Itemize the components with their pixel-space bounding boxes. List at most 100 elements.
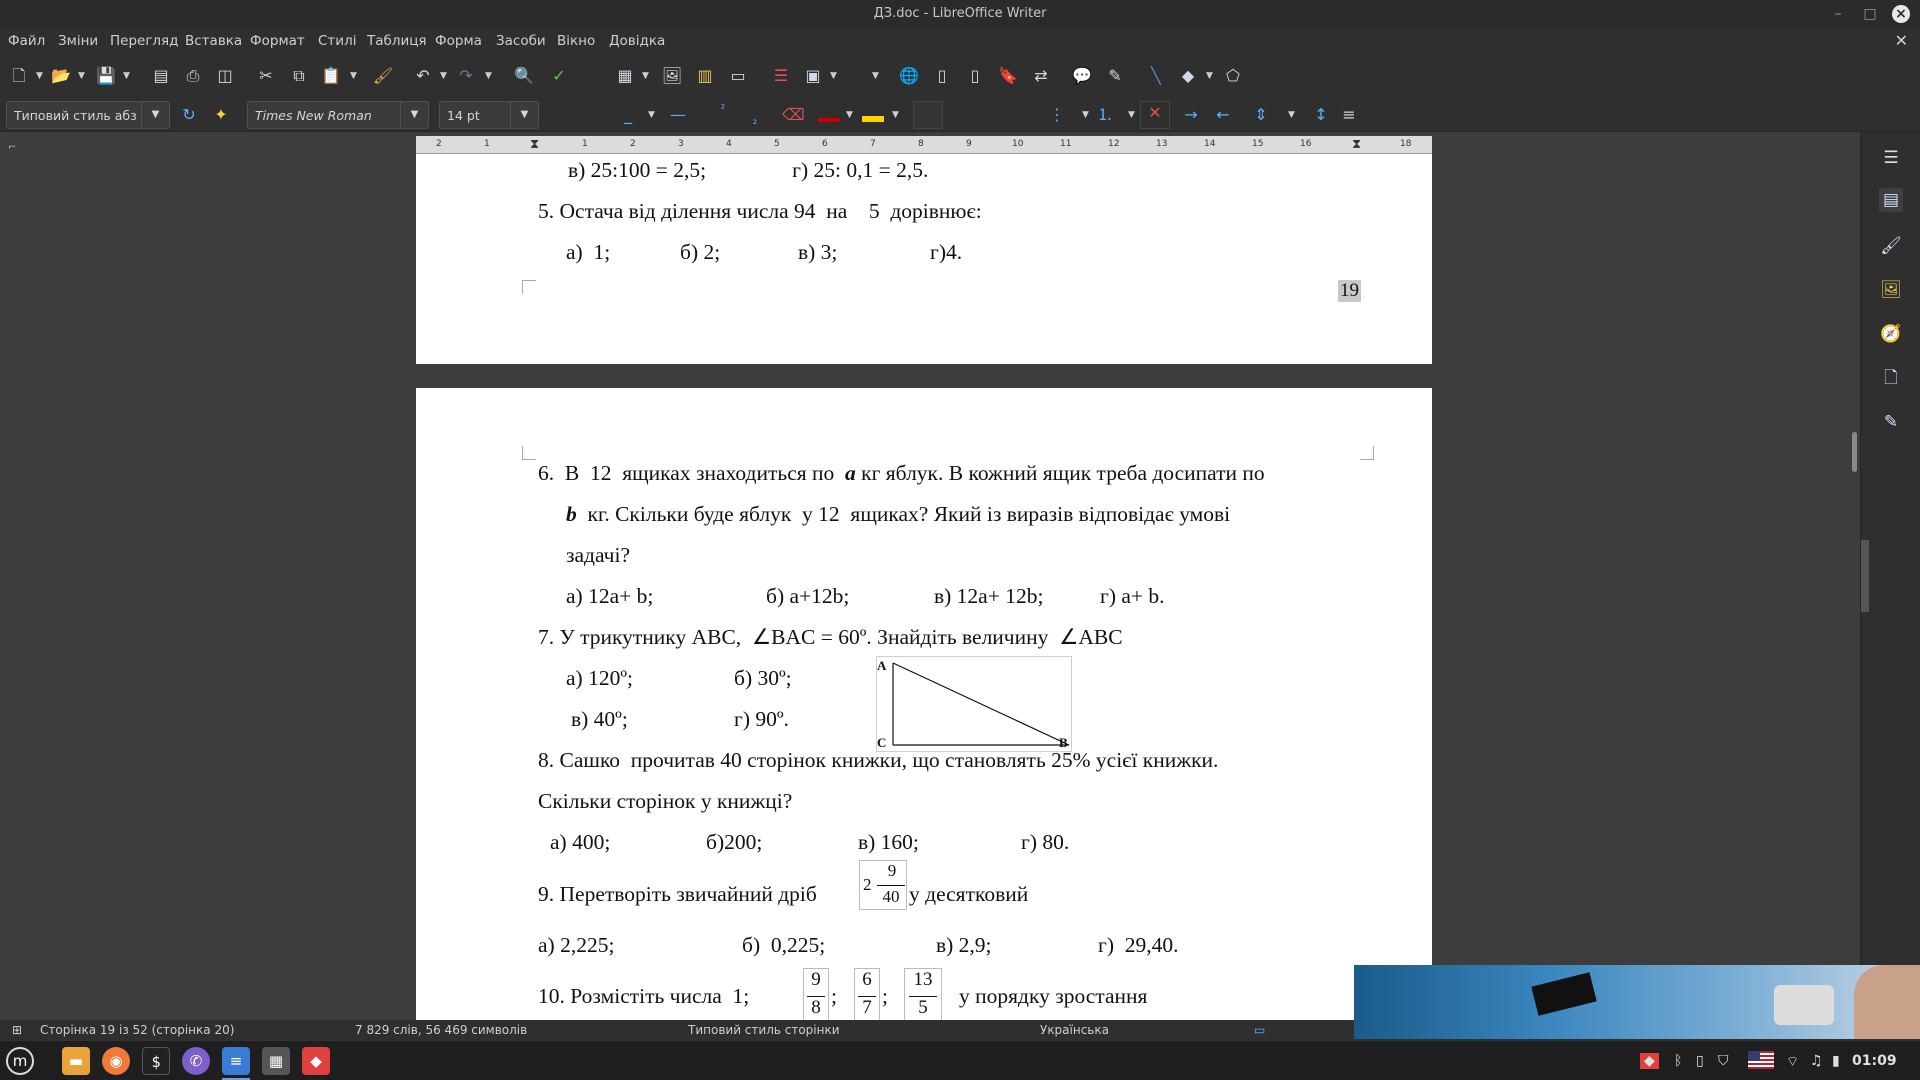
page-number-field[interactable]: 19 [1338, 280, 1361, 302]
insert-table-icon[interactable]: ▦ [614, 65, 636, 87]
bluetooth-icon[interactable]: ᛒ [1674, 1053, 1682, 1069]
fraction-6-7[interactable]: 6 7 [854, 968, 880, 1020]
vertical-scrollbar[interactable] [1850, 132, 1860, 1020]
viber-icon[interactable]: ✆ [182, 1047, 210, 1075]
new-document-icon[interactable]: 🗋 [8, 65, 30, 87]
page-break-icon[interactable]: ☰ [770, 65, 792, 87]
font-color-dropdown-icon[interactable]: ▼ [846, 104, 856, 126]
update-style-icon[interactable]: ↻ [178, 104, 200, 126]
increase-indent-icon[interactable]: → [1180, 104, 1202, 126]
endnote-icon[interactable]: ▯ [964, 65, 986, 87]
special-char-dropdown-icon[interactable]: ▼ [872, 65, 882, 87]
field-dropdown-icon[interactable]: ▼ [830, 65, 840, 87]
outline-icon[interactable]: ✕ [1140, 101, 1170, 129]
sidebar-menu-icon[interactable]: ☰ [1879, 146, 1903, 170]
page-style-status[interactable]: Типовий стиль сторінки [688, 1023, 840, 1037]
new-style-icon[interactable]: ✦ [210, 104, 232, 126]
export-pdf-icon[interactable]: ▤ [150, 65, 172, 87]
chevron-down-icon[interactable]: ▼ [510, 102, 538, 128]
fraction-13-5[interactable]: 13 5 [904, 968, 942, 1020]
indent-marker-icon[interactable]: ⧗ [530, 137, 539, 152]
clone-formatting-icon[interactable]: 🖌 [372, 65, 394, 87]
mint-menu-icon[interactable]: m [6, 1047, 34, 1075]
menu-format[interactable]: Формат [250, 33, 305, 49]
highlight-dropdown-icon[interactable]: ▼ [892, 104, 902, 126]
clipboard-icon[interactable]: ▯ [1696, 1053, 1704, 1069]
bullets-dropdown-icon[interactable]: ▼ [1082, 104, 1092, 126]
menu-styles[interactable]: Стилі [318, 33, 356, 49]
close-document-icon[interactable]: ✕ [1895, 31, 1908, 50]
insert-textbox-icon[interactable]: ▭ [727, 65, 749, 87]
numbering-dropdown-icon[interactable]: ▼ [1128, 104, 1138, 126]
spacing-dropdown-icon[interactable]: ▼ [1288, 104, 1298, 126]
draw-functions-icon[interactable]: ⬠ [1222, 65, 1244, 87]
redo-dropdown-icon[interactable]: ▼ [485, 65, 495, 87]
insert-field-icon[interactable]: ▣ [802, 65, 824, 87]
chevron-down-icon[interactable]: ▼ [141, 102, 169, 128]
superscript-icon[interactable]: ² [712, 98, 734, 120]
close-window-button[interactable]: × [1892, 5, 1910, 23]
minimize-button[interactable]: – [1828, 4, 1848, 24]
find-replace-icon[interactable]: 🔍 [513, 65, 535, 87]
footnote-icon[interactable]: ▯ [931, 65, 953, 87]
wifi-icon[interactable]: ⌔ [1786, 1053, 1799, 1071]
character-icon[interactable] [913, 101, 943, 129]
table-dropdown-icon[interactable]: ▼ [642, 65, 652, 87]
insert-image-icon[interactable]: 🖼 [661, 65, 683, 87]
redo-icon[interactable]: ↷ [455, 65, 477, 87]
undo-icon[interactable]: ↶ [412, 65, 434, 87]
scrollbar-thumb[interactable] [1852, 432, 1857, 472]
insert-line-icon[interactable]: ╲ [1145, 65, 1167, 87]
anydesk-tray-icon[interactable]: ◆ [1640, 1053, 1659, 1069]
menu-edit[interactable]: Зміни [58, 33, 98, 49]
paste-icon[interactable]: 📋 [320, 65, 342, 87]
shapes-dropdown-icon[interactable]: ▼ [1206, 65, 1216, 87]
page-19[interactable]: в) 25:100 = 2,5; г) 25: 0,1 = 2,5. 5. Ос… [416, 154, 1432, 364]
anydesk-icon[interactable]: ◆ [302, 1047, 330, 1075]
underline-dropdown-icon[interactable]: ▼ [648, 104, 658, 126]
sidebar-collapse-handle[interactable] [1861, 540, 1869, 612]
page-20[interactable]: 6. В 12 ящиках знаходиться по а кг яблук… [416, 388, 1432, 1020]
menu-insert[interactable]: Вставка [185, 33, 242, 49]
insert-chart-icon[interactable]: ▥ [694, 65, 716, 87]
basic-shapes-icon[interactable]: ◆ [1177, 65, 1199, 87]
clear-formatting-icon[interactable]: ⌫ [782, 104, 805, 126]
fraction-9-8[interactable]: 9 8 [803, 968, 829, 1020]
highlight-icon[interactable] [862, 104, 884, 126]
navigator-icon[interactable]: 🧭 [1879, 322, 1903, 346]
triangle-figure[interactable]: A C B [876, 656, 1072, 752]
numbering-icon[interactable]: ⒈ [1094, 104, 1116, 126]
paragraph-settings-icon[interactable]: ≡ [1338, 104, 1360, 126]
horizontal-ruler[interactable]: 2 1 ⧗ 1 2 3 4 5 6 7 8 9 10 11 12 13 14 1… [416, 136, 1432, 154]
clock[interactable]: 01:09 [1852, 1053, 1897, 1069]
menu-help[interactable]: Довідка [609, 33, 665, 49]
properties-icon[interactable]: ▤ [1879, 188, 1903, 212]
maximize-button[interactable]: □ [1860, 4, 1880, 24]
page-icon[interactable]: 🗋 [1879, 366, 1903, 390]
menu-form[interactable]: Форма [435, 33, 482, 49]
font-color-icon[interactable] [818, 104, 840, 126]
styles-icon[interactable]: 🖌 [1879, 234, 1903, 258]
chevron-down-icon[interactable]: ▼ [400, 102, 428, 128]
underline-icon[interactable]: _ [617, 104, 639, 126]
save-dropdown-icon[interactable]: ▼ [123, 65, 133, 87]
print-preview-icon[interactable]: ◫ [214, 65, 236, 87]
gallery-icon[interactable]: 🖼 [1879, 278, 1903, 302]
page-count-status[interactable]: Сторінка 19 із 52 (сторінка 20) [40, 1023, 234, 1037]
paste-dropdown-icon[interactable]: ▼ [350, 65, 360, 87]
font-size-combo[interactable]: 14 pt ▼ [439, 101, 539, 129]
word-count-status[interactable]: 7 829 слів, 56 469 символів [355, 1023, 527, 1037]
cross-reference-icon[interactable]: ⇄ [1030, 65, 1052, 87]
undo-dropdown-icon[interactable]: ▼ [440, 65, 450, 87]
files-folder-icon[interactable]: ▬ [62, 1047, 90, 1075]
font-name-combo[interactable]: Times New Roman ▼ [247, 101, 429, 129]
bullets-icon[interactable]: ⋮ [1046, 104, 1068, 126]
cut-icon[interactable]: ✂ [255, 65, 277, 87]
terminal-icon[interactable]: $ [142, 1047, 170, 1075]
paragraph-spacing-icon[interactable]: ⇕ [1250, 104, 1272, 126]
menu-tools[interactable]: Засоби [496, 33, 546, 49]
line-spacing-icon[interactable]: ↕ [1310, 104, 1332, 126]
writer-icon[interactable]: ≡ [222, 1047, 250, 1075]
print-icon[interactable]: ⎙ [182, 65, 204, 87]
menu-view[interactable]: Перегляд [110, 33, 179, 49]
